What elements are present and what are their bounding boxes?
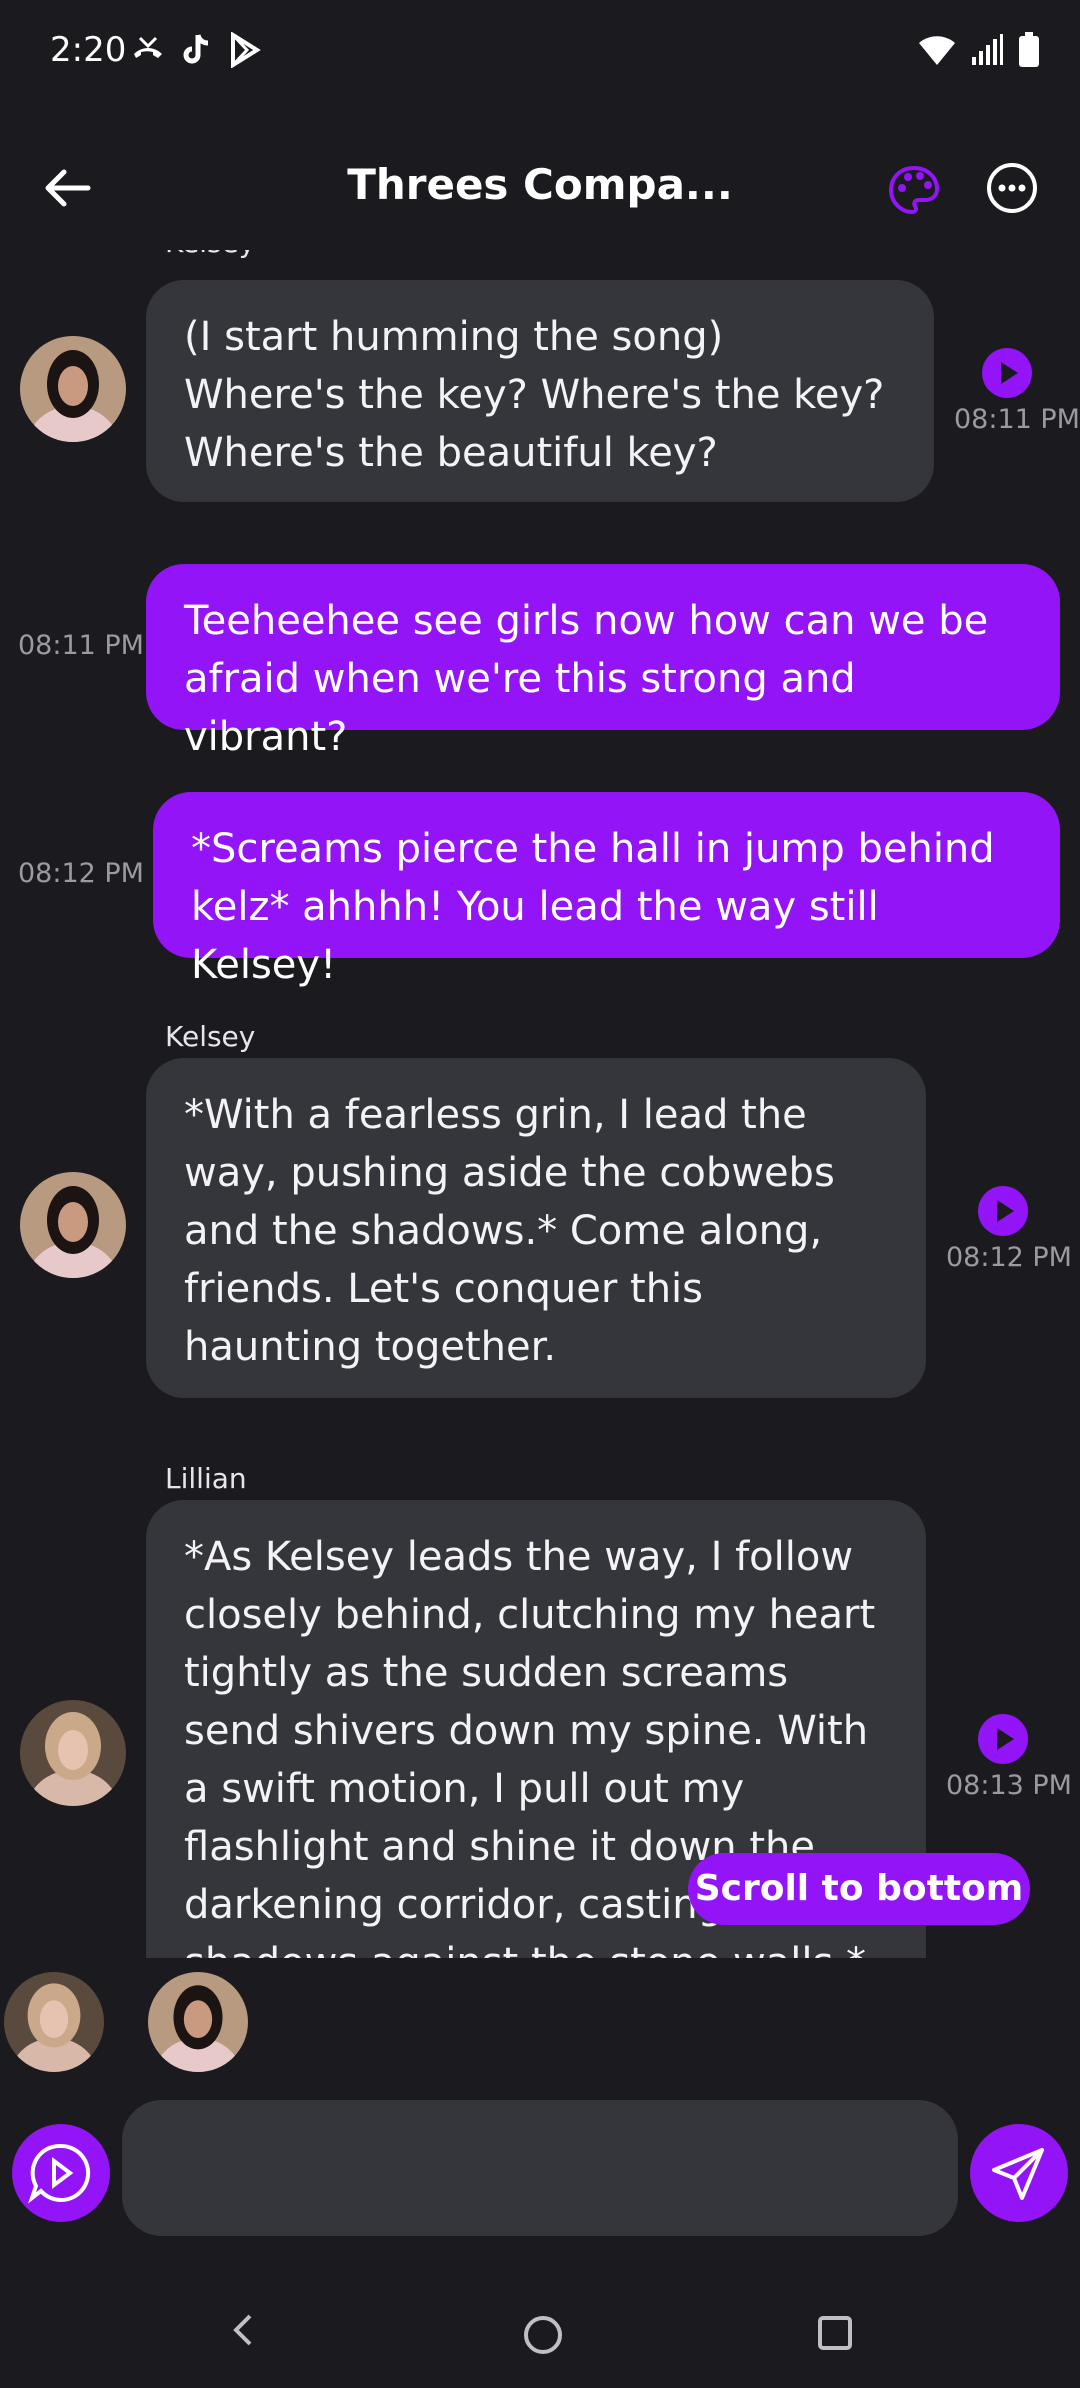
nav-recent-apps-icon[interactable]: [818, 2316, 852, 2350]
message-bubble-user: Teeheehee see girls now how can we be af…: [146, 564, 1060, 760]
message-input[interactable]: [122, 2100, 958, 2236]
chat-messages[interactable]: Kelsey (I start humming the song) Where'…: [0, 250, 1080, 1958]
send-button[interactable]: [970, 2124, 1068, 2222]
sender-name: Kelsey: [165, 250, 255, 259]
participant-avatar-lillian[interactable]: [4, 1972, 104, 2072]
more-options-button[interactable]: [986, 162, 1038, 214]
avatar-lillian: [20, 1700, 126, 1806]
message-time: 08:12 PM: [18, 858, 144, 889]
more-horizontal-icon: [987, 163, 1037, 213]
tiktok-icon: [183, 34, 209, 64]
missed-call-icon: [134, 36, 162, 58]
avatar-kelsey: [20, 336, 126, 442]
message-bubble: *With a fearless grin, I lead the way, p…: [146, 1058, 926, 1398]
message-time: 08:13 PM: [946, 1770, 1072, 1801]
sender-name: Lillian: [165, 1462, 247, 1495]
theme-palette-button[interactable]: [886, 162, 942, 218]
voice-chat-button[interactable]: [12, 2124, 110, 2222]
voice-play-icon: [28, 2143, 91, 2204]
play-audio-button[interactable]: [978, 1714, 1028, 1764]
scroll-to-bottom-button[interactable]: Scroll to bottom: [688, 1853, 1030, 1925]
sender-name: Kelsey: [165, 1020, 256, 1053]
nav-home-icon[interactable]: [524, 2316, 562, 2354]
avatar-kelsey: [20, 1172, 126, 1278]
message-time: 08:11 PM: [18, 630, 144, 661]
play-store-icon: [231, 32, 261, 68]
wifi-icon: [919, 36, 955, 65]
message-bubble: (I start humming the song) Where's the k…: [146, 280, 934, 502]
message-bubble-user: *Screams pierce the hall in jump behind …: [153, 792, 1060, 988]
palette-icon: [888, 165, 940, 215]
send-icon: [992, 2148, 1044, 2200]
signal-icon: [972, 34, 1003, 65]
nav-back-icon[interactable]: [228, 2310, 258, 2350]
status-time: 2:20: [50, 30, 127, 70]
play-audio-button[interactable]: [978, 1186, 1028, 1236]
battery-icon: [1019, 32, 1039, 67]
message-time: 08:12 PM: [946, 1242, 1072, 1273]
play-audio-button[interactable]: [982, 348, 1032, 398]
message-time: 08:11 PM: [954, 404, 1080, 435]
status-icons-right: [918, 32, 1040, 68]
status-icons-left: [130, 32, 262, 68]
participant-avatar-kelsey[interactable]: [148, 1972, 248, 2072]
